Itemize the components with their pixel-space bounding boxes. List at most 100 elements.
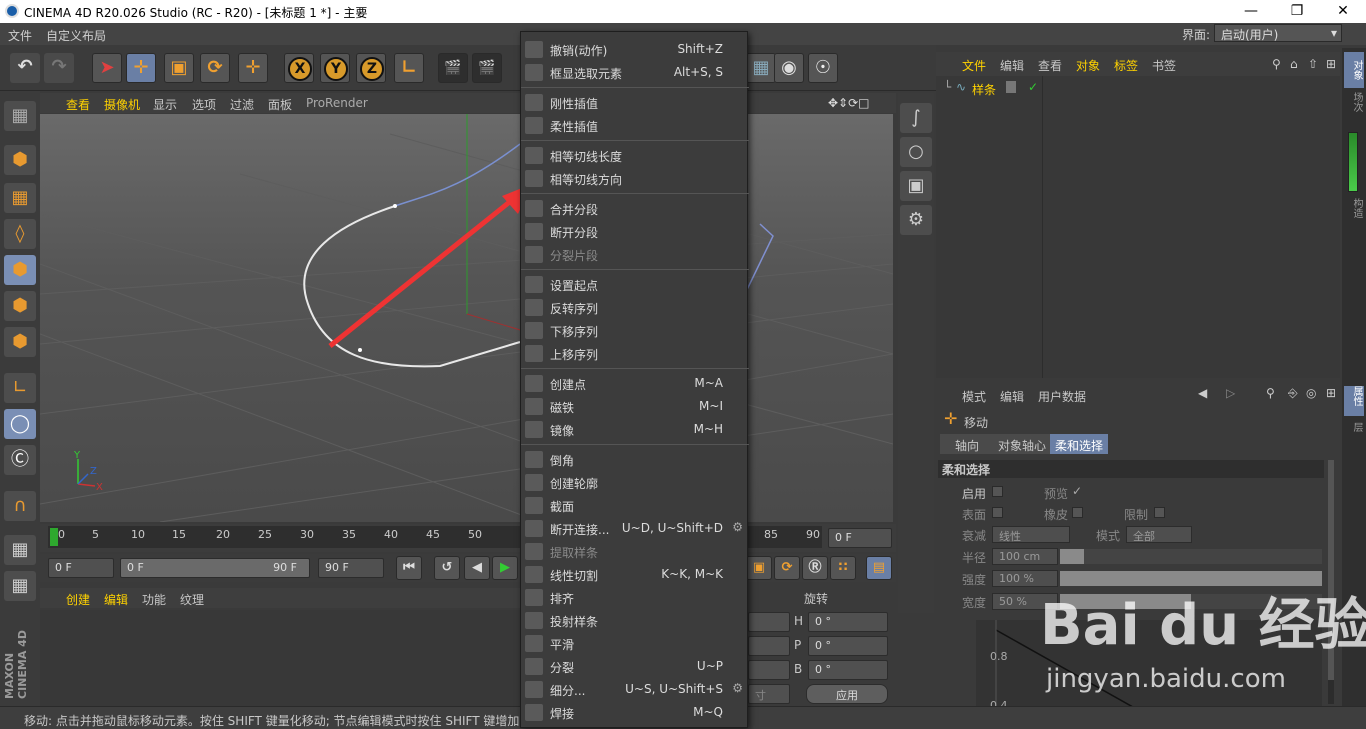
spline-point[interactable] (358, 348, 362, 352)
obj-menu-edit[interactable]: 编辑 (1000, 57, 1024, 74)
mode-select[interactable]: 全部 (1126, 526, 1192, 543)
menu-item-split[interactable]: 分裂 U~P (521, 655, 749, 678)
points-mode-button[interactable]: ⬢ (4, 255, 36, 285)
viewport-nav-icons[interactable]: ✥⇕⟳□ (828, 96, 870, 110)
prev-frame-button[interactable]: ◀ (464, 556, 490, 580)
menu-item-equal-tangent-direction[interactable]: 相等切线方向 (521, 167, 749, 190)
expand-icon[interactable]: ⊞ (1326, 57, 1336, 71)
sidetab-layers[interactable]: 层 (1344, 422, 1364, 442)
menu-item-extract-spline[interactable]: 提取样条 (521, 540, 749, 563)
edges-mode-button[interactable]: ⬢ (4, 291, 36, 321)
menu-item-set-first-point[interactable]: 设置起点 (521, 273, 749, 296)
polygons-mode-button[interactable]: ⬢ (4, 327, 36, 357)
camera-button[interactable]: ◉ (774, 53, 804, 83)
texture-mode-button[interactable]: ▦ (4, 183, 36, 213)
maximize-button[interactable]: ❐ (1274, 0, 1320, 23)
locked-workplane-button[interactable]: ▦ (4, 535, 36, 565)
menu-item-subdivide[interactable]: 细分... U~S, U~Shift+S ⚙ (521, 678, 749, 701)
menu-item-break-segment[interactable]: 断开分段 (521, 220, 749, 243)
menu-item-frame-selected[interactable]: 框显选取元素 Alt+S, S (521, 61, 749, 84)
apply-button[interactable]: 应用 (806, 684, 888, 704)
menu-item-create-outline[interactable]: 创建轮廓 (521, 471, 749, 494)
coord-field[interactable] (748, 660, 790, 680)
playhead[interactable] (50, 528, 58, 546)
material-menu-edit[interactable]: 编辑 (104, 591, 128, 608)
coord-field[interactable] (748, 636, 790, 656)
gear-spline-button[interactable]: ⚙ (900, 205, 932, 235)
attr-menu-mode[interactable]: 模式 (962, 388, 986, 405)
falloff-select[interactable]: 线性 (992, 526, 1070, 543)
menu-file[interactable]: 文件 (8, 27, 32, 44)
material-area[interactable] (40, 610, 520, 706)
object-row-spline[interactable]: └ ∿ 样条 (940, 80, 1040, 98)
magnet-button[interactable]: ∩ (4, 491, 36, 521)
obj-menu-file[interactable]: 文件 (962, 57, 986, 74)
end-frame-field[interactable]: 90 F (318, 558, 384, 578)
scale-key-button[interactable]: ▣ (746, 556, 772, 580)
menu-custom-layout[interactable]: 自定义布局 (46, 27, 106, 44)
param-key-button[interactable]: Ⓡ (802, 556, 828, 580)
tab-axis[interactable]: 轴向 (940, 434, 994, 454)
menu-item-mirror[interactable]: 镜像 M~H (521, 418, 749, 441)
menu-item-reverse-sequence[interactable]: 反转序列 (521, 296, 749, 319)
b-rotation-field[interactable]: 0 ° (808, 660, 888, 680)
visibility-dot-icon[interactable] (1006, 81, 1016, 93)
spline-circle-button[interactable]: ○ (900, 137, 932, 167)
make-editable-button[interactable]: ▦ (4, 101, 36, 131)
menu-item-project[interactable]: 投射样条 (521, 609, 749, 632)
coord-field[interactable] (748, 612, 790, 632)
menu-item-line-cut[interactable]: 线性切割 K~K, M~K (521, 563, 749, 586)
content-browser-indicator[interactable] (1348, 132, 1358, 192)
menu-item-join-segment[interactable]: 合并分段 (521, 197, 749, 220)
snap-button[interactable]: Ⓒ (4, 445, 36, 475)
menu-item-soft-interpolation[interactable]: 柔性插值 (521, 114, 749, 137)
section-header[interactable]: 柔和选择 (938, 460, 1324, 478)
rotate-tool-button[interactable]: ⟳ (200, 53, 230, 83)
floor-button[interactable]: ▦ (746, 53, 776, 83)
sidetab-takes[interactable]: 场次 (1344, 92, 1364, 124)
transform-tool-button[interactable]: ✛ (238, 53, 268, 83)
tab-object-axis[interactable]: 对象轴心 (994, 434, 1050, 454)
menu-item-equal-tangent-length[interactable]: 相等切线长度 (521, 144, 749, 167)
planar-workplane-button[interactable]: ▦ (4, 571, 36, 601)
search-icon[interactable]: ⚲ (1266, 386, 1275, 400)
menu-item-weld[interactable]: 焊接 M~Q (521, 701, 749, 724)
attr-menu-userdata[interactable]: 用户数据 (1038, 388, 1086, 405)
3d-viewport[interactable]: Y X Z (40, 114, 893, 522)
forward-arrow-icon[interactable]: ▷ (1226, 386, 1235, 400)
material-menu-create[interactable]: 创建 (66, 591, 90, 608)
size-mode-select[interactable]: 寸 (748, 684, 790, 704)
move-tool-button[interactable]: ✛ (126, 53, 156, 83)
frame-range-slider[interactable]: 0 F 90 F (120, 558, 310, 578)
menu-item-hard-interpolation[interactable]: 刚性插值 (521, 91, 749, 114)
redo-button[interactable]: ↷ (44, 53, 74, 83)
home-icon[interactable]: ⌂ (1290, 57, 1298, 71)
start-frame-field[interactable]: 0 F (48, 558, 114, 578)
menu-item-explode-segments[interactable]: 分裂片段 (521, 243, 749, 266)
pla-key-button[interactable]: ∷ (830, 556, 856, 580)
prev-key-button[interactable]: ↺ (434, 556, 460, 580)
gear-icon[interactable]: ⚙ (732, 520, 743, 534)
surface-checkbox[interactable] (992, 507, 1003, 518)
gear-icon[interactable]: ⚙ (732, 681, 743, 695)
sidetab-structure[interactable]: 构造 (1344, 198, 1364, 228)
interface-select[interactable]: 启动(用户) ▾ (1214, 24, 1342, 42)
back-arrow-icon[interactable]: ◀ (1198, 386, 1207, 400)
check-icon[interactable]: ✓ (1028, 80, 1038, 94)
sidetab-attributes[interactable]: 属性 (1344, 386, 1364, 416)
obj-menu-view[interactable]: 查看 (1038, 57, 1062, 74)
minimize-button[interactable]: — (1228, 0, 1274, 23)
menu-item-create-point[interactable]: 创建点 M~A (521, 372, 749, 395)
model-mode-button[interactable]: ⬢ (4, 145, 36, 175)
lock-z-button[interactable]: Z (356, 53, 386, 83)
lock-icon[interactable]: ⎆ (1288, 386, 1298, 401)
render-view-button[interactable]: 🎬 (438, 53, 468, 83)
go-to-start-button[interactable]: ⏮ (396, 556, 422, 580)
close-button[interactable]: ✕ (1320, 0, 1366, 23)
timeline-window-button[interactable]: ▤ (866, 556, 892, 580)
tab-view[interactable]: 查看 (66, 96, 90, 113)
tab-display[interactable]: 显示 (153, 96, 177, 113)
restrict-checkbox[interactable] (1154, 507, 1165, 518)
radius-field[interactable]: 100 cm (992, 548, 1058, 565)
search-icon[interactable]: ⚲ (1272, 57, 1281, 71)
